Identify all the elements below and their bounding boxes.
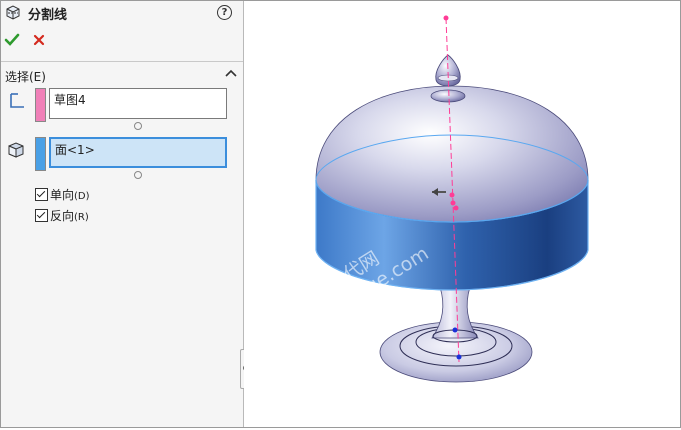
graphics-viewport[interactable]: 机械时代网 www.jxage.com [244, 1, 680, 427]
resize-grip[interactable] [134, 122, 142, 130]
single-direction-checkbox[interactable] [35, 188, 48, 201]
sketch-point[interactable] [450, 200, 456, 206]
face-selection-value: 面<1> [55, 143, 95, 157]
knob-collar[interactable] [430, 89, 466, 103]
sketch-endpoint-top[interactable] [443, 15, 449, 21]
origin-point [452, 327, 458, 333]
single-direction-label: 单向(D) [50, 188, 90, 202]
sketch-selection-value: 草图4 [54, 93, 86, 107]
sketch-selection-box[interactable]: 草图4 [49, 88, 227, 119]
divider [1, 61, 243, 62]
reverse-direction-checkbox[interactable] [35, 209, 48, 222]
ok-button[interactable] [4, 32, 20, 48]
reverse-direction-label: 反向(R) [50, 209, 89, 223]
split-line-feature-icon [6, 5, 20, 20]
face-selection-box[interactable]: 面<1> [49, 137, 227, 168]
dome-cover-model[interactable]: 机械时代网 www.jxage.com [244, 1, 680, 427]
sketch-icon [10, 93, 24, 108]
face-color-swatch [35, 137, 46, 171]
property-manager-panel: 分割线 ? 选择(E) 草图4 面<1> 单向(D) 反向(R) [1, 1, 244, 427]
cancel-button[interactable] [31, 32, 47, 48]
origin-point [456, 354, 462, 360]
sketch-color-swatch [35, 88, 46, 122]
sketch-point[interactable] [449, 192, 455, 198]
chevron-up-icon[interactable] [225, 68, 237, 78]
face-icon [8, 142, 24, 158]
panel-title: 分割线 [28, 8, 68, 23]
sketch-point[interactable] [453, 205, 459, 211]
help-icon[interactable]: ? [217, 5, 232, 20]
resize-grip[interactable] [134, 171, 142, 179]
selections-group-title[interactable]: 选择(E) [5, 68, 46, 85]
title-bar: 分割线 ? [1, 1, 243, 25]
